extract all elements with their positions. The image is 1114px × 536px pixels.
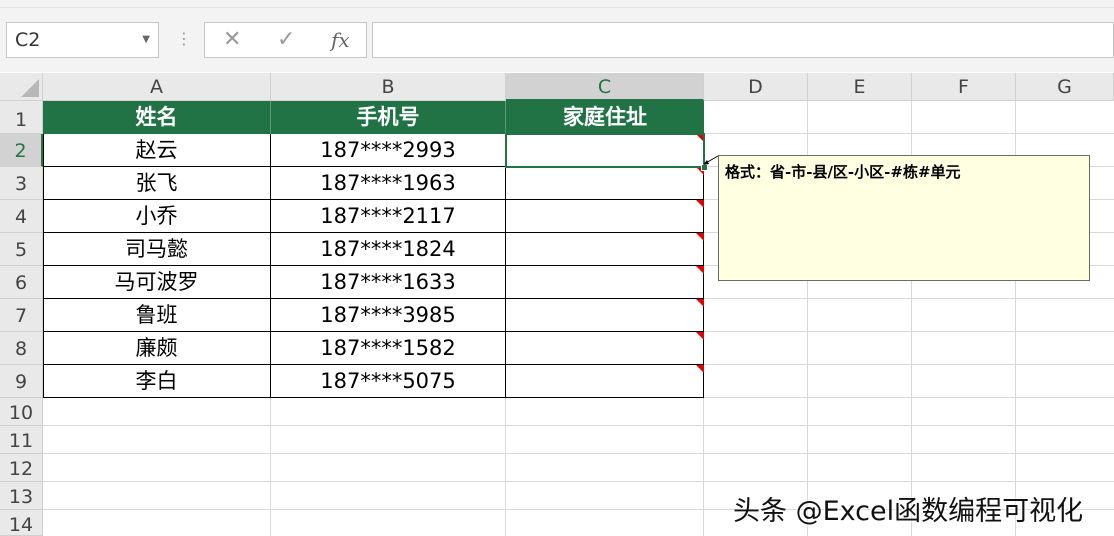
select-all-button[interactable] [0, 73, 43, 101]
row-header-10[interactable]: 10 [0, 398, 43, 426]
comment-indicator-icon [696, 332, 704, 340]
table-cell[interactable] [506, 233, 704, 266]
column-header-d[interactable]: D [704, 73, 808, 101]
row-header-2[interactable]: 2 [0, 134, 43, 167]
row-header-11[interactable]: 11 [0, 426, 43, 454]
table-cell[interactable]: 187****1633 [271, 266, 506, 299]
row-header-12[interactable]: 12 [0, 454, 43, 482]
watermark: 头条 @Excel函数编程可视化 [733, 496, 1084, 527]
row-header-1[interactable]: 1 [0, 101, 43, 134]
table-cell[interactable]: 187****2117 [271, 200, 506, 233]
formula-bar: C2 ▼ ⋮ ✕ ✓ fx [0, 8, 1114, 72]
row-header-9[interactable]: 9 [0, 365, 43, 398]
table-cell[interactable]: 小乔 [43, 200, 271, 233]
table-cell[interactable]: 187****5075 [271, 365, 506, 398]
table-cell[interactable]: 187****3985 [271, 299, 506, 332]
table-cell[interactable] [506, 365, 704, 398]
comment-indicator-icon [696, 233, 704, 241]
drag-handle-icon[interactable]: ⋮ [176, 30, 192, 48]
formula-buttons: ✕ ✓ fx [204, 22, 367, 58]
table-cell[interactable]: 187****2993 [271, 134, 506, 167]
row-header-8[interactable]: 8 [0, 332, 43, 365]
ribbon-edge [0, 0, 1114, 8]
comment-indicator-icon [696, 365, 704, 373]
select-all-icon [21, 79, 39, 97]
table-cell[interactable] [506, 200, 704, 233]
comment-text: 格式：省-市-县/区-小区-#栋#单元 [725, 163, 961, 181]
column-header-b[interactable]: B [271, 73, 506, 101]
column-header-a[interactable]: A [43, 73, 271, 101]
comment-leader-line [703, 155, 719, 165]
cell-comment[interactable]: 格式：省-市-县/区-小区-#栋#单元 [718, 155, 1090, 281]
confirm-icon[interactable]: ✓ [277, 23, 295, 57]
table-cell[interactable]: 马可波罗 [43, 266, 271, 299]
comment-indicator-icon [696, 200, 704, 208]
table-cell[interactable] [506, 299, 704, 332]
table-cell[interactable]: 李白 [43, 365, 271, 398]
table-cell[interactable] [506, 332, 704, 365]
header-cell-name[interactable]: 姓名 [43, 101, 271, 134]
row-header-4[interactable]: 4 [0, 200, 43, 233]
fill-handle[interactable] [701, 164, 708, 171]
header-cell-phone[interactable]: 手机号 [271, 101, 506, 134]
active-cell-selection[interactable] [505, 133, 708, 171]
comment-indicator-icon [696, 299, 704, 307]
insert-function-icon[interactable]: fx [331, 23, 350, 57]
table-cell[interactable]: 鲁班 [43, 299, 271, 332]
column-header-c[interactable]: C [506, 73, 704, 101]
name-box[interactable]: C2 ▼ [6, 22, 159, 58]
table-cell[interactable]: 司马懿 [43, 233, 271, 266]
table-cell[interactable] [506, 167, 704, 200]
table-cell[interactable]: 赵云 [43, 134, 271, 167]
table-cell[interactable]: 187****1582 [271, 332, 506, 365]
header-cell-address[interactable]: 家庭住址 [506, 101, 704, 134]
comment-indicator-icon [696, 266, 704, 274]
column-header-f[interactable]: F [912, 73, 1016, 101]
table-cell[interactable]: 廉颇 [43, 332, 271, 365]
row-header-13[interactable]: 13 [0, 482, 43, 510]
row-header-7[interactable]: 7 [0, 299, 43, 332]
table-cell[interactable]: 张飞 [43, 167, 271, 200]
row-header-6[interactable]: 6 [0, 266, 43, 299]
column-header-g[interactable]: G [1016, 73, 1114, 101]
column-header-e[interactable]: E [808, 73, 912, 101]
table-cell[interactable]: 187****1963 [271, 167, 506, 200]
table-cell[interactable] [506, 266, 704, 299]
row-header-3[interactable]: 3 [0, 167, 43, 200]
chevron-down-icon[interactable]: ▼ [142, 23, 150, 57]
table-cell[interactable]: 187****1824 [271, 233, 506, 266]
row-header-5[interactable]: 5 [0, 233, 43, 266]
name-box-value: C2 [15, 29, 41, 51]
formula-input[interactable] [372, 22, 1114, 58]
cancel-icon[interactable]: ✕ [223, 23, 241, 57]
row-header-14[interactable]: 14 [0, 510, 43, 536]
